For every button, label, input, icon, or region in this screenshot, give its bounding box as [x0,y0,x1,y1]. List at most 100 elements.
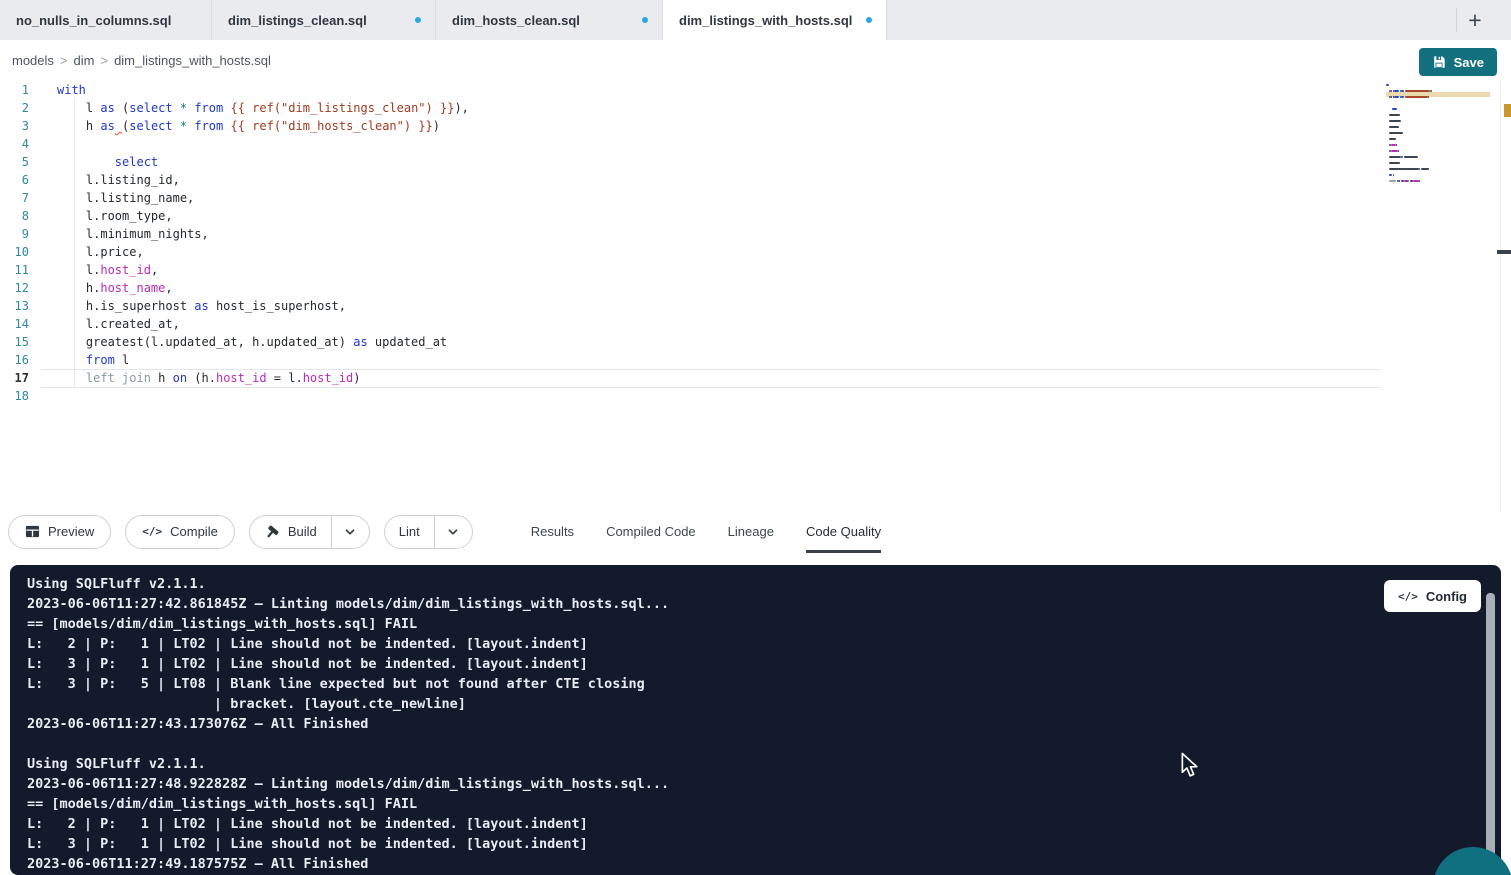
minimap-line [1404,180,1410,182]
code-line[interactable]: l.price, [0,243,1380,261]
minimap-line [1404,156,1418,158]
tab-label: no_nulls_in_columns.sql [16,13,197,28]
editor-tab[interactable]: dim_listings_clean.sql [212,0,436,40]
modified-dot-icon [642,17,648,23]
terminal-line: 2023-06-06T11:27:42.861845Z — Linting mo… [27,594,1501,614]
save-label: Save [1454,55,1484,70]
terminal-line: L: 3 | P: 1 | LT02 | Line should not be … [27,654,1501,674]
code-editor[interactable]: 123456789101112131415161718 with l as (s… [0,80,1511,511]
compile-label: Compile [170,524,218,539]
code-line[interactable] [0,135,1380,153]
minimap-line [1419,180,1420,182]
minimap-line [1389,180,1396,182]
tab-label: dim_listings_clean.sql [228,13,405,28]
code-line[interactable]: h.host_name, [0,279,1380,297]
minimap-line [1389,126,1399,128]
minimap-line [1398,150,1399,152]
floppy-disk-icon [1432,55,1446,69]
action-toolbar: Preview </> Compile Build Lint [0,510,1511,553]
code-line[interactable] [0,387,1380,405]
minimap-line [1399,180,1401,182]
terminal-scrollbar[interactable] [1486,593,1495,875]
code-area[interactable]: with l as (select * from {{ ref("dim_lis… [0,81,1380,405]
code-line[interactable]: with [0,81,1380,99]
mouse-cursor-icon [1178,752,1202,778]
minimap-line [1421,168,1429,170]
terminal-line: == [models/dim/dim_listings_with_hosts.s… [27,794,1501,814]
minimap-line [1393,174,1394,176]
minimap-line [1386,84,1389,86]
minimap-line [1389,168,1419,170]
code-line[interactable]: l.listing_id, [0,171,1380,189]
minimap-line [1430,90,1432,92]
save-button[interactable]: Save [1419,48,1497,76]
code-brackets-icon: </> [1398,590,1418,603]
panel-tab-results[interactable]: Results [531,510,574,553]
panel-tab-compiled-code[interactable]: Compiled Code [606,510,696,553]
code-line[interactable]: l as (select * from {{ ref("dim_listings… [0,99,1380,117]
code-line[interactable]: l.minimum_nights, [0,225,1380,243]
breadcrumb-separator-icon: > [60,53,68,68]
lint-dropdown-button[interactable] [434,516,472,548]
lint-button[interactable]: Lint [385,516,434,548]
code-line[interactable]: l.created_at, [0,315,1380,333]
terminal-line: L: 3 | P: 1 | LT02 | Line should not be … [27,834,1501,854]
panel-tabs: Results Compiled Code Lineage Code Quality [531,510,913,553]
modified-dot-icon [415,17,421,23]
minimap-line [1389,120,1401,122]
breadcrumb: models>dim>dim_listings_with_hosts.sql [0,40,1511,80]
panel-tab-lineage[interactable]: Lineage [728,510,774,553]
config-button[interactable]: </> Config [1384,580,1481,612]
build-button[interactable]: Build [250,516,331,548]
new-tab-button[interactable]: + [1461,6,1489,34]
chevron-down-icon [446,525,460,539]
code-line[interactable]: from l [0,351,1380,369]
terminal-line [27,734,1501,754]
code-line[interactable]: l.listing_name, [0,189,1380,207]
minimap[interactable] [1386,84,1490,200]
minimap-line [1428,96,1429,98]
code-line[interactable]: l.room_type, [0,207,1380,225]
breadcrumb-item[interactable]: dim [74,53,95,68]
minimap-line [1413,180,1419,182]
terminal-line: L: 2 | P: 1 | LT02 | Line should not be … [27,634,1501,654]
overview-ruler-divider [1500,80,1501,511]
minimap-line [1401,156,1403,158]
code-line[interactable]: select [0,153,1380,171]
code-line[interactable]: left join h on (h.host_id = l.host_id) [0,369,1380,387]
code-line[interactable]: l.host_id, [0,261,1380,279]
terminal-line: 2023-06-06T11:27:49.187575Z — All Finish… [27,854,1501,874]
terminal-line: 2023-06-06T11:27:43.173076Z — All Finish… [27,714,1501,734]
terminal-line: Using SQLFluff v2.1.1. [27,754,1501,774]
build-split-button: Build [249,515,370,549]
terminal-line: == [models/dim/dim_listings_with_hosts.s… [27,614,1501,634]
minimap-line [1401,96,1404,98]
code-line[interactable]: greatest(l.updated_at, h.updated_at) as … [0,333,1380,351]
minimap-line [1405,90,1430,92]
terminal-line: 2023-06-06T11:27:48.922828Z — Linting mo… [27,774,1501,794]
overview-ruler-cursor-marker [1497,250,1511,254]
breadcrumb-item[interactable]: models [12,53,54,68]
preview-button[interactable]: Preview [8,515,111,549]
minimap-line [1394,96,1399,98]
minimap-line [1389,138,1395,140]
minimap-line [1394,90,1399,92]
preview-label: Preview [48,524,94,539]
lint-label: Lint [399,524,420,539]
config-label: Config [1426,589,1467,604]
code-line[interactable]: h as (select * from {{ ref("dim_hosts_cl… [0,117,1380,135]
terminal-log: Using SQLFluff v2.1.1.2023-06-06T11:27:4… [27,574,1501,874]
editor-tab[interactable]: dim_listings_with_hosts.sql [663,0,887,40]
build-dropdown-button[interactable] [331,516,369,548]
breadcrumb-item[interactable]: dim_listings_with_hosts.sql [114,53,271,68]
editor-tab[interactable]: dim_hosts_clean.sql [436,0,663,40]
code-line[interactable]: h.is_superhost as host_is_superhost, [0,297,1380,315]
minimap-line [1389,174,1392,176]
editor-tab[interactable]: no_nulls_in_columns.sql [0,0,212,40]
plus-icon: + [1468,7,1481,34]
minimap-line [1405,96,1427,98]
minimap-line [1389,156,1401,158]
terminal-line: L: 2 | P: 1 | LT02 | Line should not be … [27,814,1501,834]
compile-button[interactable]: </> Compile [125,515,235,549]
panel-tab-code-quality[interactable]: Code Quality [806,510,881,553]
